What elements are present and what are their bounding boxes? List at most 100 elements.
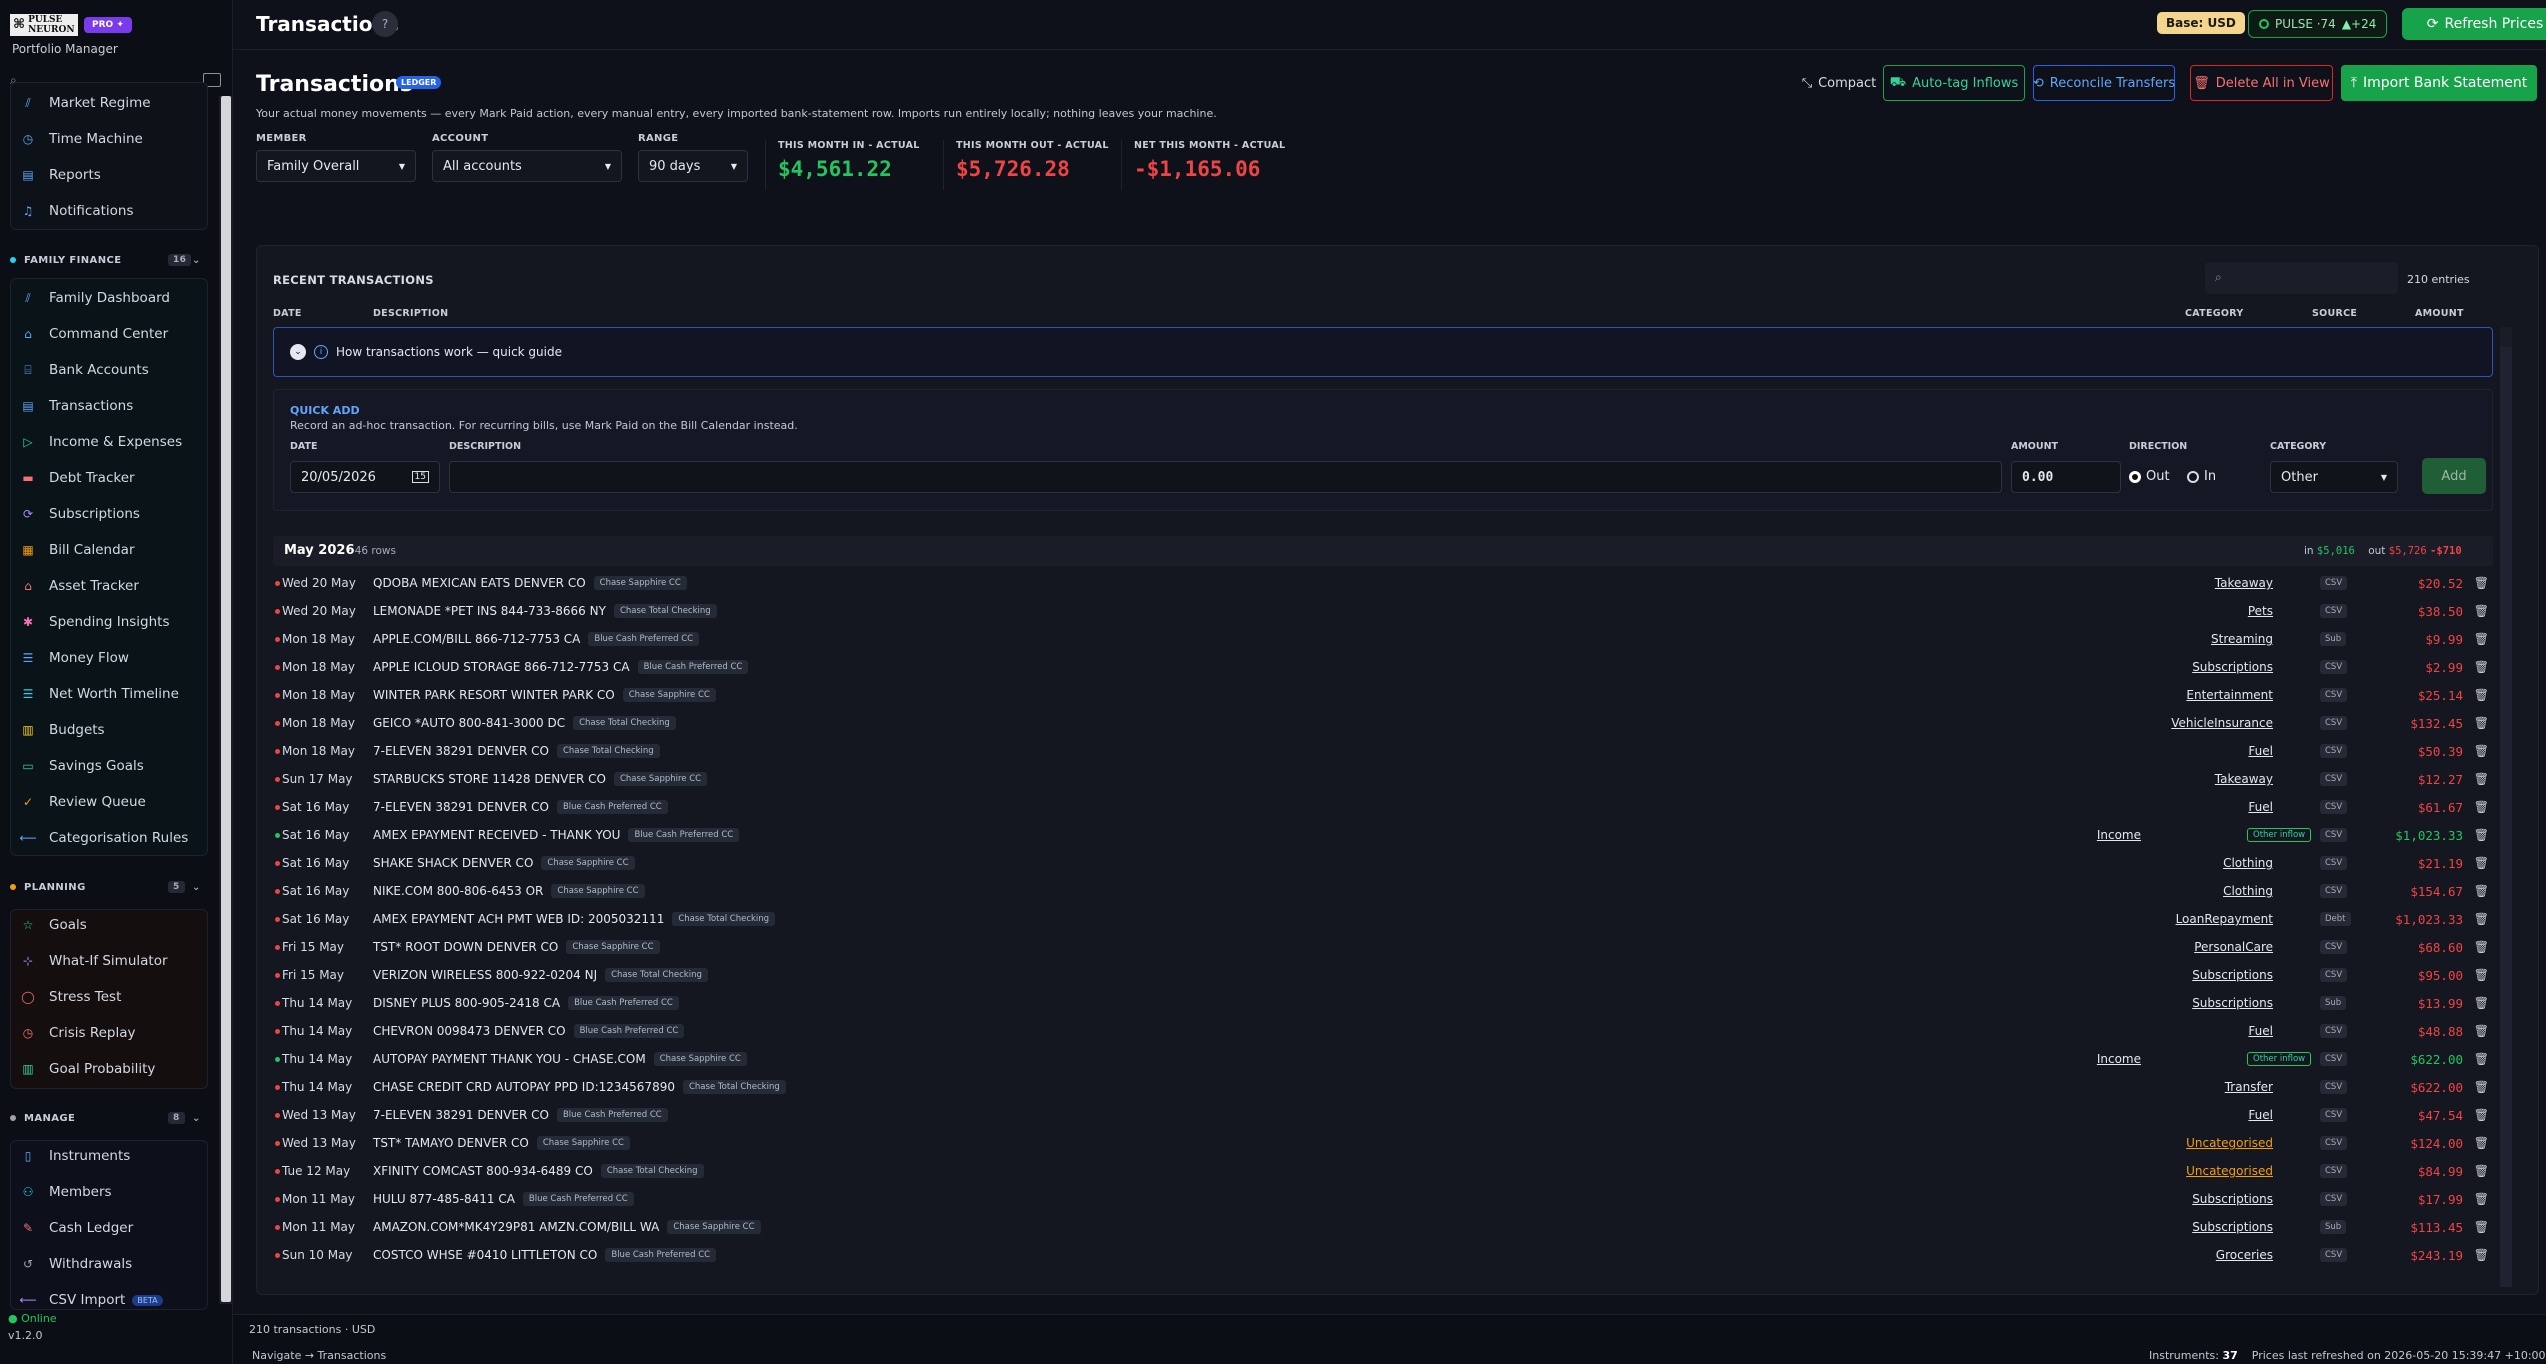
delete-row-icon[interactable]: 🗑 <box>2474 912 2489 926</box>
sidebar-item-notifications[interactable]: ♫ Notifications <box>20 196 134 226</box>
delete-row-icon[interactable]: 🗑 <box>2474 1248 2489 1262</box>
member-select[interactable]: Family Overall ▼ <box>256 150 416 182</box>
delete-row-icon[interactable]: 🗑 <box>2474 828 2489 842</box>
table-row[interactable]: Thu 14 May AUTOPAY PAYMENT THANK YOU - CH… <box>273 1045 2493 1073</box>
qa-description-input[interactable] <box>449 461 2002 493</box>
sidebar-item-review-queue[interactable]: ✓ Review Queue <box>20 787 146 817</box>
row-category-link[interactable]: LoanRepayment <box>2176 912 2273 926</box>
col-source[interactable]: SOURCE <box>2312 308 2357 319</box>
row-category-link[interactable]: Streaming <box>2211 632 2273 646</box>
row-category-link[interactable]: Groceries <box>2216 1248 2273 1262</box>
row-category-link[interactable]: PersonalCare <box>2194 940 2273 954</box>
row-category-link[interactable]: Entertainment <box>2186 688 2273 702</box>
table-row[interactable]: Tue 12 May XFINITY COMCAST 800-934-6489 C… <box>273 1157 2493 1185</box>
sidebar-item-command-center[interactable]: ⌂ Command Center <box>20 319 168 349</box>
sidebar-item-family-dashboard[interactable]: ⫽ Family Dashboard <box>20 283 170 313</box>
delete-all-button[interactable]: 🗑 Delete All in View <box>2190 65 2333 101</box>
sidebar-item-budgets[interactable]: ▥ Budgets <box>20 715 104 745</box>
row-category-link[interactable]: Clothing <box>2223 856 2273 870</box>
table-row[interactable]: Sat 16 May AMEX EPAYMENT RECEIVED - THANK… <box>273 821 2493 849</box>
delete-row-icon[interactable]: 🗑 <box>2474 1220 2489 1234</box>
direction-in-radio[interactable]: In <box>2187 469 2216 484</box>
auto-tag-inflows-button[interactable]: ⛟ Auto-tag Inflows <box>1883 65 2025 101</box>
delete-row-icon[interactable]: 🗑 <box>2474 660 2489 674</box>
col-date[interactable]: DATE <box>273 308 302 319</box>
quick-guide-toggle[interactable]: ⌄ i How transactions work — quick guide <box>273 327 2493 377</box>
delete-row-icon[interactable]: 🗑 <box>2474 996 2489 1010</box>
sidebar-item-debt-tracker[interactable]: ▬ Debt Tracker <box>20 463 134 493</box>
qa-category-select[interactable]: Other ▼ <box>2270 461 2398 493</box>
sidebar-item-time-machine[interactable]: ◷ Time Machine <box>20 124 143 154</box>
delete-row-icon[interactable]: 🗑 <box>2474 772 2489 786</box>
delete-row-icon[interactable]: 🗑 <box>2474 688 2489 702</box>
section-planning[interactable]: PLANNING 5 ⌄ <box>10 878 210 896</box>
sidebar-item-cash-ledger[interactable]: ✎ Cash Ledger <box>20 1213 133 1243</box>
sidebar-item-bill-calendar[interactable]: ▦ Bill Calendar <box>20 535 134 565</box>
sidebar-item-bank-accounts[interactable]: ⌸ Bank Accounts <box>20 355 148 385</box>
table-row[interactable]: Wed 13 May 7-ELEVEN 38291 DENVER CO Blue C… <box>273 1101 2493 1129</box>
row-category-link[interactable]: Uncategorised <box>2186 1136 2273 1150</box>
account-select[interactable]: All accounts ▼ <box>432 150 622 182</box>
row-category-link[interactable]: Takeaway <box>2215 576 2273 590</box>
delete-row-icon[interactable]: 🗑 <box>2474 884 2489 898</box>
qa-add-button[interactable]: Add <box>2422 458 2486 494</box>
sidebar-item-categorisation-rules[interactable]: ⟵ Categorisation Rules <box>19 823 188 853</box>
qa-date-input[interactable]: 20/05/2026 15 <box>290 461 440 493</box>
qa-amount-input[interactable]: 0.00 <box>2011 461 2121 493</box>
delete-row-icon[interactable]: 🗑 <box>2474 604 2489 618</box>
delete-row-icon[interactable]: 🗑 <box>2474 1164 2489 1178</box>
row-category-link[interactable]: Uncategorised <box>2186 1164 2273 1178</box>
table-row[interactable]: Sat 16 May NIKE.COM 800-806-6453 OR Chase … <box>273 877 2493 905</box>
compact-button[interactable]: ⤡ Compact <box>1789 65 1889 101</box>
help-icon[interactable]: ? <box>372 11 398 37</box>
sidebar-item-market-regime[interactable]: ⫽ Market Regime <box>20 88 150 118</box>
direction-out-radio[interactable]: Out <box>2129 469 2170 484</box>
delete-row-icon[interactable]: 🗑 <box>2474 1108 2489 1122</box>
table-search-input[interactable]: ⌕ <box>2205 262 2398 294</box>
table-row[interactable]: Sat 16 May AMEX EPAYMENT ACH PMT WEB ID: … <box>273 905 2493 933</box>
section-family-finance[interactable]: FAMILY FINANCE 16 ⌄ <box>10 251 210 269</box>
delete-row-icon[interactable]: 🗑 <box>2474 1192 2489 1206</box>
row-category-link[interactable]: Takeaway <box>2215 772 2273 786</box>
calendar-icon[interactable]: 15 <box>411 471 429 483</box>
sidebar-item-money-flow[interactable]: ☰ Money Flow <box>20 643 129 673</box>
sidebar-scrollbar-thumb[interactable] <box>221 96 231 1302</box>
sidebar-item-savings-goals[interactable]: ▭ Savings Goals <box>20 751 143 781</box>
sidebar-item-reports[interactable]: ▤ Reports <box>20 160 100 190</box>
sidebar-item-subscriptions[interactable]: ⟳ Subscriptions <box>20 499 140 529</box>
sidebar-item-goals[interactable]: ☆ Goals <box>20 910 87 940</box>
row-category-link[interactable]: Fuel <box>2248 744 2273 758</box>
col-description[interactable]: DESCRIPTION <box>373 308 448 319</box>
table-row[interactable]: Mon 18 May APPLE.COM/BILL 866-712-7753 CA… <box>273 625 2493 653</box>
sidebar-item-members[interactable]: ⚇ Members <box>20 1177 112 1207</box>
range-select[interactable]: 90 days ▼ <box>638 150 748 182</box>
import-bank-statement-button[interactable]: ⤒ Import Bank Statement <box>2341 65 2537 101</box>
delete-row-icon[interactable]: 🗑 <box>2474 800 2489 814</box>
table-row[interactable]: Mon 11 May AMAZON.COM*MK4Y29P81 AMZN.COM/… <box>273 1213 2493 1241</box>
table-row[interactable]: Wed 20 May LEMONADE *PET INS 844-733-8666… <box>273 597 2493 625</box>
row-category-link[interactable]: Fuel <box>2248 1108 2273 1122</box>
delete-row-icon[interactable]: 🗑 <box>2474 1080 2489 1094</box>
sidebar-item-net-worth-timeline[interactable]: ☰ Net Worth Timeline <box>20 679 179 709</box>
table-row[interactable]: Fri 15 May VERIZON WIRELESS 800-922-0204 … <box>273 961 2493 989</box>
reconcile-transfers-button[interactable]: ⟲ Reconcile Transfers <box>2033 65 2175 101</box>
table-row[interactable]: Wed 13 May TST* TAMAYO DENVER CO Chase Sap… <box>273 1129 2493 1157</box>
table-row[interactable]: Sun 10 May COSTCO WHSE #0410 LITTLETON CO… <box>273 1241 2493 1269</box>
table-row[interactable]: Sat 16 May SHAKE SHACK DENVER CO Chase Sap… <box>273 849 2493 877</box>
sidebar-item-instruments[interactable]: ▯ Instruments <box>20 1141 131 1171</box>
table-row[interactable]: Sat 16 May 7-ELEVEN 38291 DENVER CO Blue C… <box>273 793 2493 821</box>
sidebar-item-transactions[interactable]: ▤ Transactions <box>20 391 133 421</box>
sidebar-item-csv-import[interactable]: ⟵ CSV Import BETA <box>19 1285 163 1315</box>
row-category-link[interactable]: Clothing <box>2223 884 2273 898</box>
table-scrollbar[interactable] <box>2500 327 2512 1287</box>
sidebar-item-stress-test[interactable]: ◯ Stress Test <box>20 982 121 1012</box>
delete-row-icon[interactable]: 🗑 <box>2474 1052 2489 1066</box>
table-row[interactable]: Thu 14 May DISNEY PLUS 800-905-2418 CA Blu… <box>273 989 2493 1017</box>
delete-row-icon[interactable]: 🗑 <box>2474 968 2489 982</box>
row-category-link[interactable]: Income <box>2097 828 2141 842</box>
row-category-link[interactable]: Subscriptions <box>2192 968 2273 982</box>
row-category-link[interactable]: Subscriptions <box>2192 660 2273 674</box>
delete-row-icon[interactable]: 🗑 <box>2474 940 2489 954</box>
row-category-link[interactable]: Income <box>2097 1052 2141 1066</box>
table-row[interactable]: Sun 17 May STARBUCKS STORE 11428 DENVER C… <box>273 765 2493 793</box>
